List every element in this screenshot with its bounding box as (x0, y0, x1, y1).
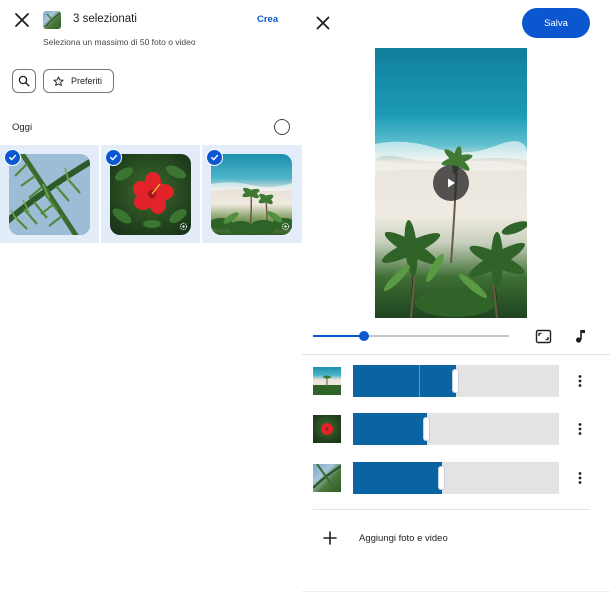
create-button[interactable]: Crea (257, 14, 278, 25)
more-options-icon[interactable] (574, 422, 586, 436)
clip-trim-bar[interactable] (353, 413, 559, 445)
app-root: 3 selezionati Crea Seleziona un massimo … (0, 0, 610, 593)
video-editor-panel: Salva Aggiungi foto e video (302, 0, 610, 593)
plus-icon (323, 531, 337, 545)
clip-row-red-hibiscus (302, 413, 610, 445)
clip-row-palm-leaves (302, 462, 610, 494)
more-options-icon[interactable] (574, 374, 586, 388)
motion-photo-icon (281, 222, 290, 231)
divider (313, 509, 590, 510)
star-icon (53, 75, 64, 86)
motion-photo-icon (179, 222, 188, 231)
clip-thumbnail[interactable] (313, 464, 341, 492)
photo-thumbnail (9, 154, 90, 235)
clip-trim-bar[interactable] (353, 462, 559, 494)
clip-trim-fill (353, 413, 428, 445)
clip-trim-bar[interactable] (353, 365, 559, 397)
search-button[interactable] (12, 69, 36, 93)
playback-scrubber[interactable] (313, 331, 509, 341)
close-icon[interactable] (314, 14, 332, 32)
divider (302, 354, 610, 355)
add-media-label: Aggiungi foto e video (359, 533, 448, 544)
photo-picker-panel: 3 selezionati Crea Seleziona un massimo … (0, 0, 302, 593)
favorites-filter-button[interactable]: Preferiti (43, 69, 114, 93)
divider (302, 591, 610, 592)
video-preview[interactable] (375, 48, 527, 318)
clip-trim-fill (353, 365, 456, 397)
select-all-today-toggle[interactable] (274, 119, 290, 135)
clip-trim-handle[interactable] (453, 370, 458, 392)
clip-frame-separator (419, 365, 420, 397)
save-button[interactable]: Salva (522, 8, 590, 38)
add-media-button[interactable]: Aggiungi foto e video (313, 522, 590, 554)
section-date-label: Oggi (12, 122, 33, 133)
photo-thumbnail (211, 154, 292, 235)
clip-trim-handle[interactable] (424, 418, 430, 440)
clip-thumbnail[interactable] (313, 415, 341, 443)
playback-progress-fill (313, 335, 364, 337)
selected-check-icon (206, 149, 223, 166)
aspect-ratio-icon[interactable] (535, 328, 552, 345)
close-icon[interactable] (12, 10, 32, 30)
selection-limit-hint: Seleziona un massimo di 50 foto o video (43, 37, 196, 47)
more-options-icon[interactable] (574, 471, 586, 485)
selected-check-icon (4, 149, 21, 166)
photo-item-red-hibiscus[interactable] (101, 145, 200, 243)
selection-thumbnail (43, 11, 61, 29)
search-icon (18, 75, 30, 87)
scrubber-handle[interactable] (358, 331, 369, 341)
selected-check-icon (105, 149, 122, 166)
photo-grid (0, 145, 302, 243)
clip-trim-handle[interactable] (438, 467, 444, 489)
play-icon (448, 178, 455, 188)
clip-trim-fill (353, 462, 442, 494)
photo-item-beach-palms[interactable] (202, 145, 302, 243)
music-note-icon[interactable] (573, 328, 587, 344)
play-button[interactable] (433, 165, 469, 201)
clip-row-beach-palms (302, 365, 610, 397)
selection-count-title: 3 selezionati (73, 13, 137, 25)
clip-thumbnail[interactable] (313, 367, 341, 395)
photo-item-palm-leaves[interactable] (0, 145, 99, 243)
favorites-label: Preferiti (71, 76, 103, 86)
